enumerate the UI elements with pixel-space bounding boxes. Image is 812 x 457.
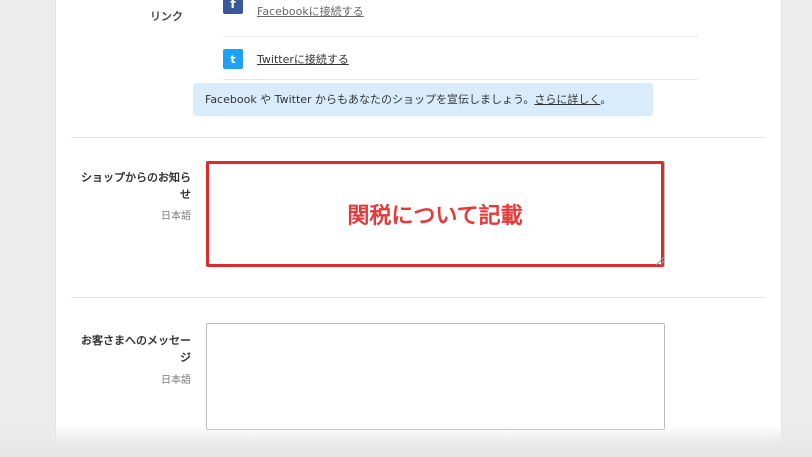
facebook-icon: f bbox=[223, 0, 243, 14]
section-divider bbox=[71, 297, 766, 298]
customer-message-textarea[interactable] bbox=[206, 323, 665, 430]
scroll-fade bbox=[0, 425, 812, 457]
social-info-box: Facebook や Twitter からもあなたのショップを宣伝しましょう。さ… bbox=[193, 83, 653, 116]
announcement-label-line2: せ bbox=[180, 188, 191, 201]
customer-message-label: お客さまへのメッセー ジ bbox=[56, 332, 191, 366]
section-divider bbox=[71, 137, 766, 138]
settings-panel: リンク f Facebookに接続する t Twitterに接続する Faceb… bbox=[55, 0, 782, 443]
annotation-text: 関税について記載 bbox=[347, 204, 523, 229]
announcement-label-line1: ショップからのお知ら bbox=[81, 171, 191, 184]
twitter-icon: t bbox=[223, 49, 243, 69]
social-link-label: リンク bbox=[150, 10, 183, 23]
social-info-text: Facebook や Twitter からもあなたのショップを宣伝しましょう。 bbox=[205, 93, 535, 106]
announcement-label: ショップからのお知ら せ bbox=[56, 169, 191, 203]
customer-message-label-line2: ジ bbox=[180, 351, 191, 364]
twitter-connect-link[interactable]: Twitterに接続する bbox=[257, 51, 349, 67]
divider bbox=[223, 79, 698, 80]
resize-grip-icon[interactable] bbox=[656, 257, 664, 265]
social-info-end: 。 bbox=[600, 93, 612, 106]
divider bbox=[223, 36, 698, 37]
announcement-language: 日本語 bbox=[161, 211, 191, 222]
learn-more-link[interactable]: さらに詳しく bbox=[534, 93, 600, 106]
customer-message-label-line1: お客さまへのメッセー bbox=[81, 334, 191, 347]
facebook-connect-link[interactable]: Facebookに接続する bbox=[257, 3, 364, 19]
customer-message-language: 日本語 bbox=[161, 375, 191, 386]
